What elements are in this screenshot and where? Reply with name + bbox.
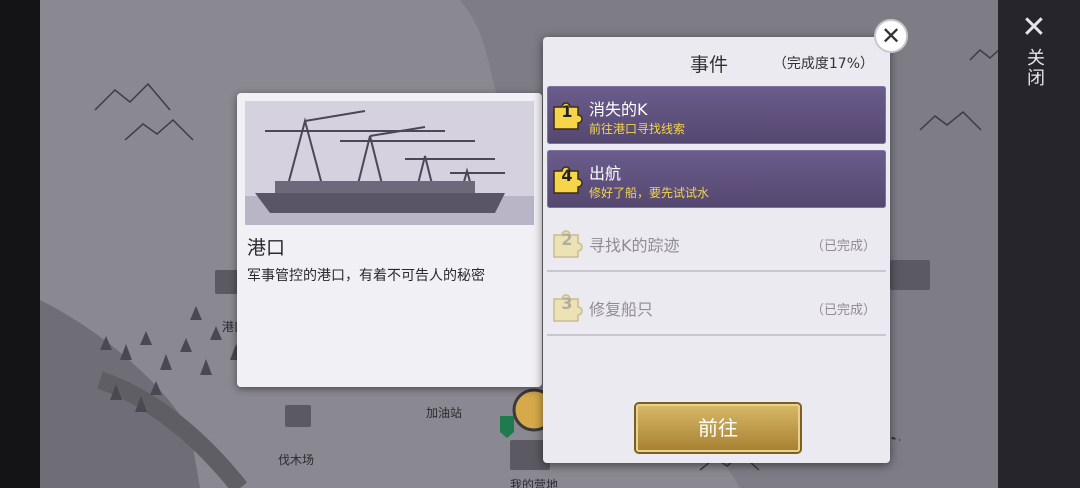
event-name: 出航 bbox=[589, 164, 622, 183]
port-cranes-illustration bbox=[245, 101, 534, 225]
close-panel-button[interactable]: ✕ bbox=[874, 19, 908, 53]
event-number: 3 bbox=[561, 294, 573, 313]
event-item[interactable]: 2 寻找K的踪迹 （已完成） bbox=[547, 214, 886, 272]
event-name: 寻找K的踪迹 bbox=[589, 236, 680, 255]
close-label: 关闭 bbox=[1024, 48, 1045, 88]
location-card: 港口 军事管控的港口，有着不可告人的秘密 bbox=[237, 93, 542, 387]
completion-progress: （完成度17%） bbox=[772, 56, 874, 72]
event-number: 1 bbox=[561, 102, 573, 121]
event-subtitle: 前往港口寻找线索 bbox=[589, 122, 686, 136]
event-status: （已完成） bbox=[810, 303, 876, 318]
close-map-button[interactable]: ✕ 关闭 bbox=[1014, 12, 1054, 92]
left-edge-strip bbox=[0, 0, 40, 488]
event-name: 消失的K bbox=[589, 100, 648, 119]
close-icon: ✕ bbox=[1021, 10, 1047, 45]
event-item[interactable]: 3 修复船只 （已完成） bbox=[547, 278, 886, 336]
event-number: 4 bbox=[561, 166, 573, 185]
close-icon: ✕ bbox=[880, 22, 902, 50]
event-panel: 事件 （完成度17%） 1 消失的K 前往港口寻找线索 4 出航 修好了船，要先… bbox=[543, 37, 890, 463]
event-item[interactable]: 1 消失的K 前往港口寻找线索 bbox=[547, 86, 886, 144]
event-item[interactable]: 4 出航 修好了船，要先试试水 bbox=[547, 150, 886, 208]
map-label-lumber-yard: 伐木场 bbox=[278, 453, 315, 467]
go-button[interactable]: 前往 bbox=[636, 404, 800, 452]
event-subtitle: 修好了船，要先试试水 bbox=[589, 186, 710, 200]
location-title: 港口 bbox=[247, 237, 286, 259]
map-label-my-camp: 我的营地 bbox=[510, 478, 559, 488]
event-status: （已完成） bbox=[810, 239, 876, 254]
location-description: 军事管控的港口，有着不可告人的秘密 bbox=[247, 268, 485, 284]
event-name: 修复船只 bbox=[589, 300, 654, 319]
map-label-gas-station: 加油站 bbox=[426, 406, 463, 420]
event-number: 2 bbox=[561, 230, 573, 249]
